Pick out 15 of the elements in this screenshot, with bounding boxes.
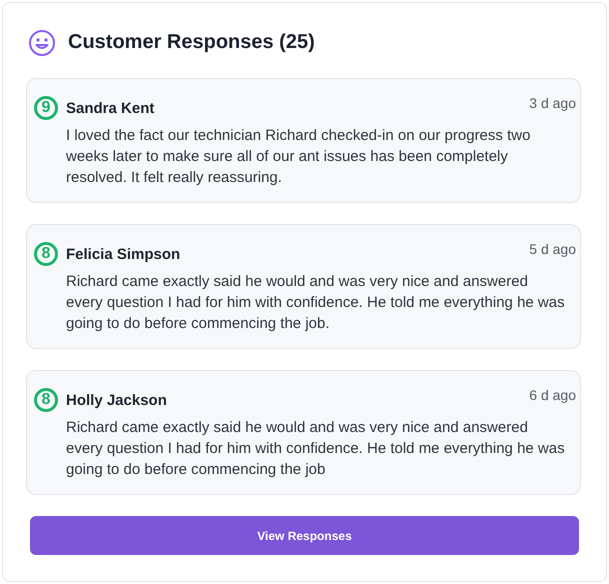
response-text: I loved the fact our technician Richard checked-in on our progress two weeks later to make sure all of our ant issues has been completely resolved. It felt really reassuring. — [66, 126, 532, 188]
score-badge: 8 — [34, 388, 58, 412]
response-time: 5 d ago — [529, 241, 576, 258]
response-time: 6 d ago — [529, 387, 576, 404]
score-badge: 8 — [34, 242, 58, 266]
smiley-icon — [28, 28, 56, 57]
response-text: Richard came exactly said he would and was very nice and answered every question I had for him with confidence. He told me everything he was going to do before commencing the job — [66, 418, 566, 480]
view-responses-button[interactable]: View Responses — [30, 516, 579, 555]
score-badge: 9 — [34, 96, 58, 120]
response-text: Richard came exactly said he would and was very nice and answered every question I had for him with confidence. He told me everything he was going to do before commencing the job. — [66, 272, 566, 334]
customer-name: Felicia Simpson — [66, 246, 180, 264]
customer-name: Sandra Kent — [66, 100, 154, 118]
customer-name: Holly Jackson — [66, 392, 167, 410]
response-time: 3 d ago — [529, 95, 576, 112]
panel-title: Customer Responses (25) — [68, 31, 315, 54]
